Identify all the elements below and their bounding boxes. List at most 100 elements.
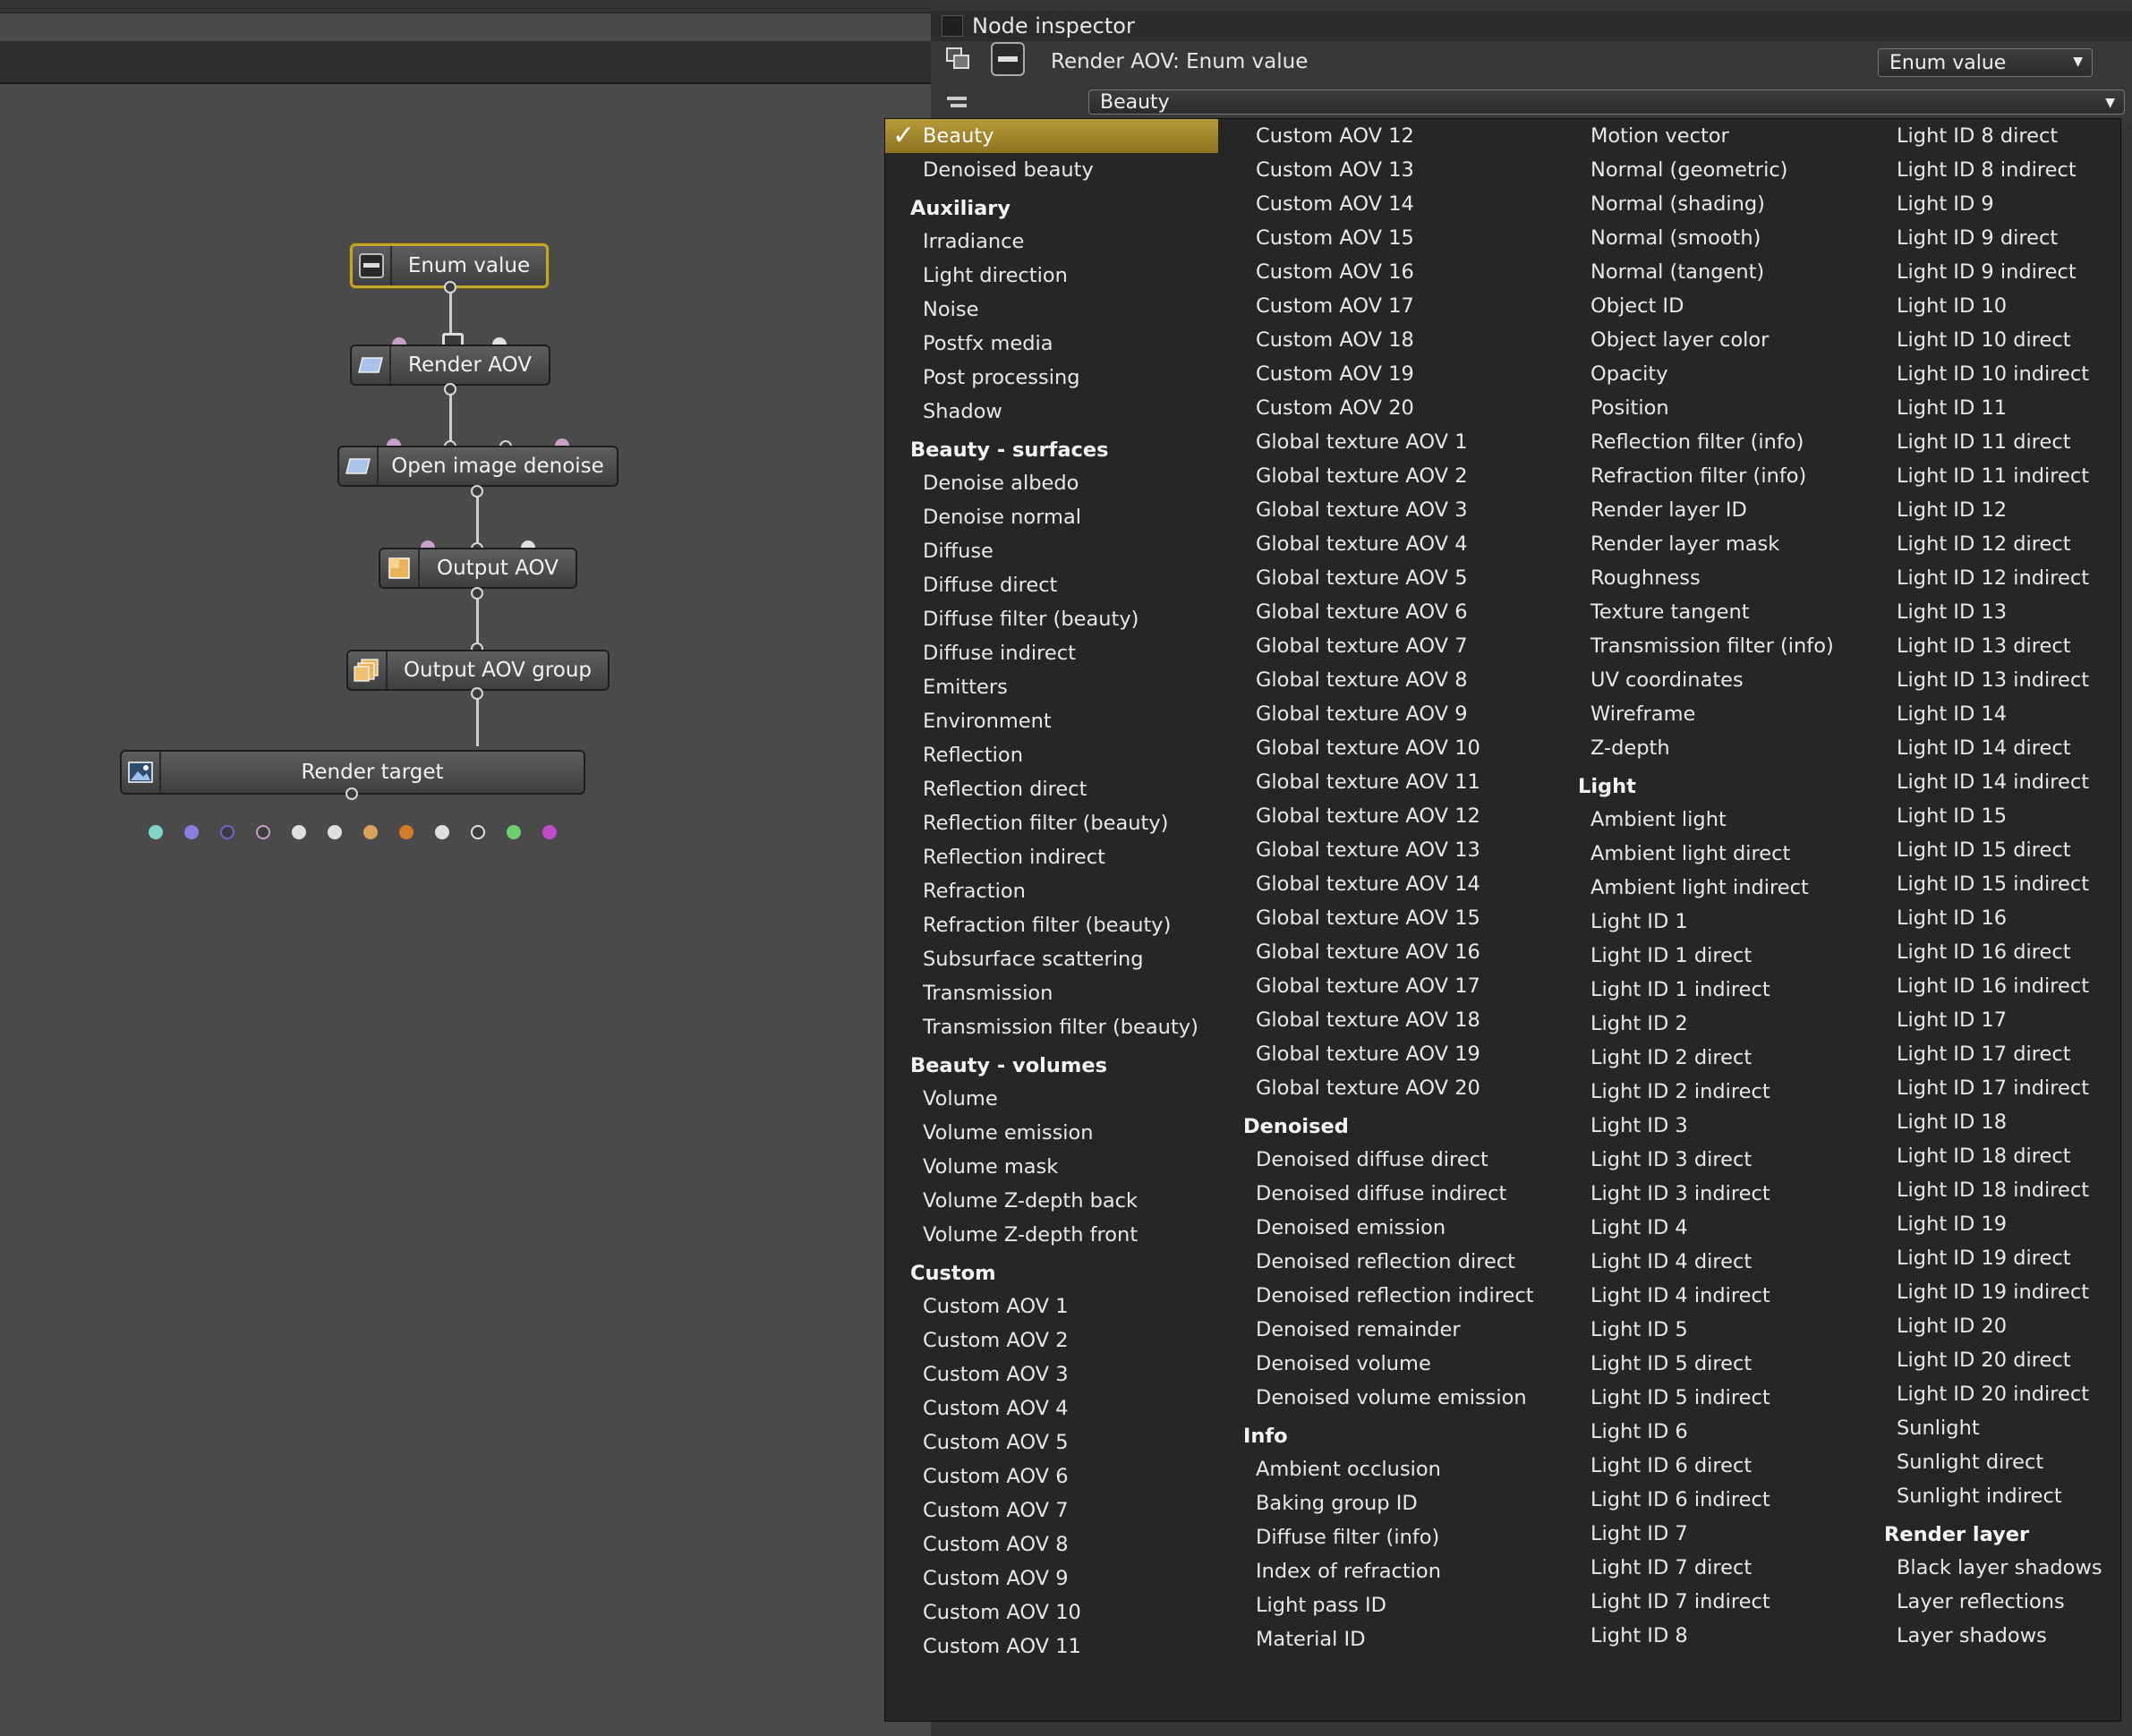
menu-item[interactable]: Custom AOV 12	[1218, 119, 1553, 153]
node-open-image-denoise[interactable]: Open image denoise	[337, 446, 618, 487]
menu-item[interactable]: Wireframe	[1553, 697, 1859, 731]
menu-item[interactable]: Light ID 9	[1859, 187, 2122, 221]
menu-item[interactable]: Light ID 9 indirect	[1859, 255, 2122, 289]
menu-item[interactable]: Light ID 2	[1553, 1007, 1859, 1041]
menu-item[interactable]: Light ID 19 direct	[1859, 1241, 2122, 1275]
menu-item[interactable]: Light ID 11 indirect	[1859, 459, 2122, 493]
menu-item[interactable]: Custom AOV 6	[885, 1459, 1218, 1493]
menu-item[interactable]: Light ID 10 direct	[1859, 323, 2122, 357]
render-target-input-pin[interactable]	[542, 825, 557, 839]
menu-item[interactable]: Light ID 15 direct	[1859, 833, 2122, 867]
menu-item[interactable]: Light ID 6 indirect	[1553, 1483, 1859, 1517]
panel-menu-icon[interactable]	[942, 15, 963, 37]
menu-item[interactable]: Reflection filter (beauty)	[885, 806, 1218, 840]
menu-item[interactable]: Emitters	[885, 670, 1218, 704]
menu-item[interactable]: Refraction filter (info)	[1553, 459, 1859, 493]
node-render-aov[interactable]: Render AOV	[350, 345, 550, 386]
menu-item[interactable]: Refraction filter (beauty)	[885, 908, 1218, 942]
menu-item[interactable]: Reflection indirect	[885, 840, 1218, 874]
render-target-input-pin[interactable]	[220, 825, 235, 839]
menu-item[interactable]: Global texture AOV 9	[1218, 697, 1553, 731]
menu-item[interactable]: Global texture AOV 18	[1218, 1003, 1553, 1037]
menu-item[interactable]: Ambient occlusion	[1218, 1452, 1553, 1486]
menu-item[interactable]: Light ID 12 direct	[1859, 527, 2122, 561]
menu-item[interactable]: Denoised remainder	[1218, 1313, 1553, 1347]
menu-item[interactable]: Light ID 17	[1859, 1003, 2122, 1037]
menu-item[interactable]: Custom AOV 14	[1218, 187, 1553, 221]
menu-item[interactable]: Custom AOV 4	[885, 1391, 1218, 1425]
menu-item[interactable]: Light ID 9 direct	[1859, 221, 2122, 255]
menu-item[interactable]: UV coordinates	[1553, 663, 1859, 697]
menu-item[interactable]: Light ID 16 indirect	[1859, 969, 2122, 1003]
menu-item[interactable]: Light ID 14 indirect	[1859, 765, 2122, 799]
menu-item[interactable]: Irradiance	[885, 225, 1218, 259]
render-target-input-pin[interactable]	[363, 825, 378, 839]
menu-item[interactable]: Light ID 7	[1553, 1517, 1859, 1551]
menu-item[interactable]: Sunlight	[1859, 1411, 2122, 1445]
menu-item[interactable]: Light ID 19 indirect	[1859, 1275, 2122, 1309]
menu-item[interactable]: Global texture AOV 2	[1218, 459, 1553, 493]
menu-item[interactable]: Global texture AOV 11	[1218, 765, 1553, 799]
menu-item[interactable]: Light ID 17 direct	[1859, 1037, 2122, 1071]
menu-item[interactable]: Volume mask	[885, 1150, 1218, 1184]
menu-item[interactable]: Light ID 12	[1859, 493, 2122, 527]
menu-item[interactable]: Light ID 2 indirect	[1553, 1075, 1859, 1109]
menu-item[interactable]: Global texture AOV 14	[1218, 867, 1553, 901]
menu-item[interactable]: Custom AOV 13	[1218, 153, 1553, 187]
menu-item[interactable]: Transmission	[885, 976, 1218, 1010]
menu-item[interactable]: Normal (smooth)	[1553, 221, 1859, 255]
menu-item[interactable]: Light ID 5 direct	[1553, 1347, 1859, 1381]
render-target-input-pin[interactable]	[292, 825, 306, 839]
menu-item[interactable]: Global texture AOV 15	[1218, 901, 1553, 935]
node-output-aov[interactable]: Output AOV	[379, 548, 577, 589]
menu-item[interactable]: Light pass ID	[1218, 1588, 1553, 1622]
menu-item[interactable]: Custom AOV 16	[1218, 255, 1553, 289]
menu-item[interactable]: Custom AOV 20	[1218, 391, 1553, 425]
render-target-input-pin[interactable]	[471, 825, 485, 839]
menu-item[interactable]: Baking group ID	[1218, 1486, 1553, 1520]
menu-item[interactable]: Denoised reflection direct	[1218, 1245, 1553, 1279]
menu-item[interactable]: Postfx media	[885, 327, 1218, 361]
menu-item[interactable]: Material ID	[1218, 1622, 1553, 1656]
node-graph-canvas[interactable]: Enum value Render AOV Open image denoise…	[0, 82, 931, 1736]
menu-item[interactable]: Global texture AOV 6	[1218, 595, 1553, 629]
enum-type-dropdown[interactable]: Enum value ▼	[1878, 48, 2093, 77]
menu-item[interactable]: Noise	[885, 293, 1218, 327]
menu-item[interactable]: Global texture AOV 20	[1218, 1071, 1553, 1105]
render-target-input-pin[interactable]	[328, 825, 342, 839]
menu-item[interactable]: Custom AOV 11	[885, 1630, 1218, 1664]
menu-item[interactable]: Ambient light	[1553, 803, 1859, 837]
menu-item[interactable]: Light ID 4	[1553, 1211, 1859, 1245]
menu-item[interactable]: Global texture AOV 13	[1218, 833, 1553, 867]
menu-item[interactable]: Denoised beauty	[885, 153, 1218, 187]
menu-item[interactable]: Sunlight indirect	[1859, 1479, 2122, 1513]
menu-item[interactable]: Light ID 18	[1859, 1105, 2122, 1139]
menu-item[interactable]: Denoise albedo	[885, 466, 1218, 500]
menu-item[interactable]: Light ID 8 direct	[1859, 119, 2122, 153]
menu-item[interactable]: Volume	[885, 1082, 1218, 1116]
menu-item[interactable]: Global texture AOV 5	[1218, 561, 1553, 595]
menu-item[interactable]: Light ID 1	[1553, 905, 1859, 939]
stack-icon[interactable]	[945, 47, 972, 77]
menu-item[interactable]: Light direction	[885, 259, 1218, 293]
menu-item[interactable]: Layer shadows	[1859, 1619, 2122, 1653]
menu-item[interactable]: Custom AOV 5	[885, 1425, 1218, 1459]
menu-item[interactable]: Global texture AOV 4	[1218, 527, 1553, 561]
menu-item[interactable]: Light ID 8 indirect	[1859, 153, 2122, 187]
menu-item[interactable]: Light ID 1 direct	[1553, 939, 1859, 973]
menu-item[interactable]: Custom AOV 17	[1218, 289, 1553, 323]
menu-item[interactable]: Light ID 13	[1859, 595, 2122, 629]
menu-item[interactable]: Environment	[885, 704, 1218, 738]
menu-item[interactable]: Volume emission	[885, 1116, 1218, 1150]
menu-item[interactable]: Denoised emission	[1218, 1211, 1553, 1245]
menu-item[interactable]: Black layer shadows	[1859, 1551, 2122, 1585]
menu-item[interactable]: Light ID 20	[1859, 1309, 2122, 1343]
menu-item[interactable]: Shadow	[885, 395, 1218, 429]
render-target-input-pin[interactable]	[184, 825, 199, 839]
menu-item[interactable]: Global texture AOV 10	[1218, 731, 1553, 765]
output-aov-output-pin[interactable]	[471, 587, 483, 600]
menu-item[interactable]: Normal (geometric)	[1553, 153, 1859, 187]
menu-item[interactable]: Global texture AOV 16	[1218, 935, 1553, 969]
collapse-icon[interactable]	[945, 91, 968, 118]
menu-item[interactable]: Custom AOV 3	[885, 1357, 1218, 1391]
